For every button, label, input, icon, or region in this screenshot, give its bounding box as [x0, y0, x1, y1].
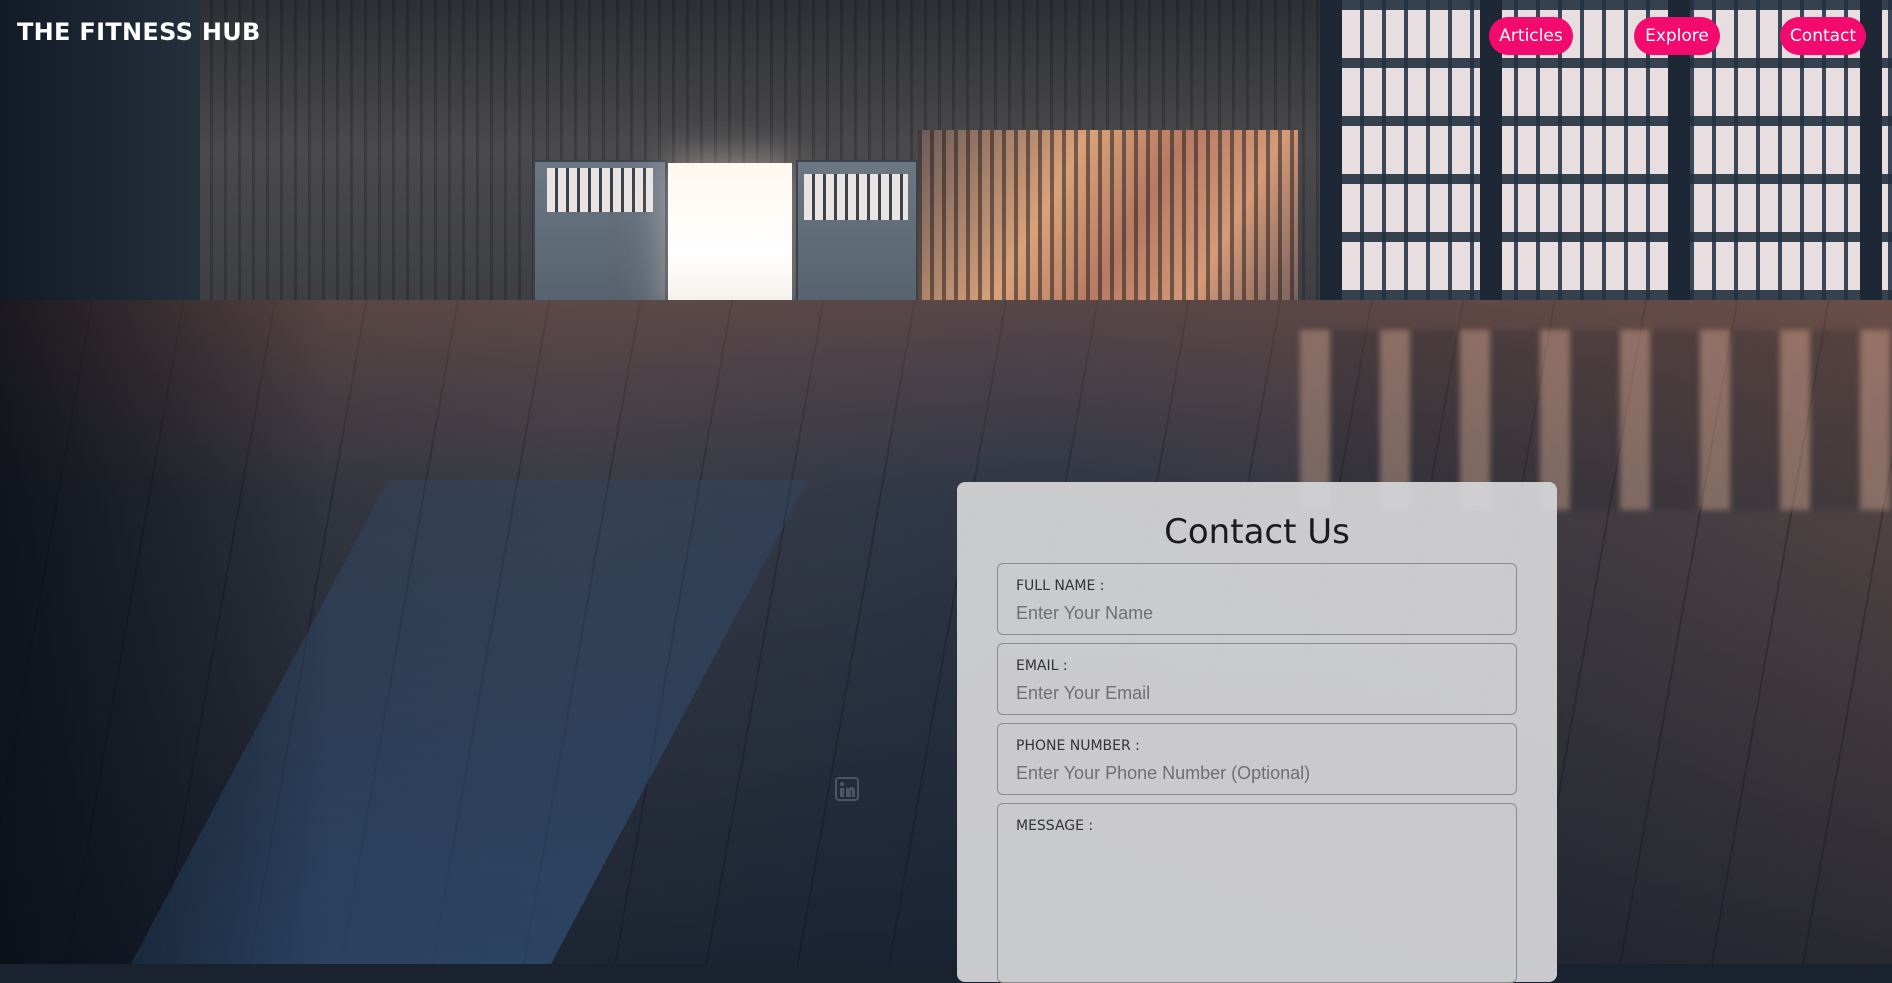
message-textarea[interactable]: [1016, 844, 1496, 974]
message-label: MESSAGE :: [1016, 818, 1094, 834]
nav-explore-button[interactable]: Explore: [1634, 17, 1720, 55]
gym-door-panel: [533, 160, 667, 322]
background-gym-image: [0, 0, 1892, 964]
linkedin-icon-bar: [840, 788, 844, 797]
phone-input[interactable]: [1016, 760, 1496, 786]
linkedin-icon-dot: [840, 782, 844, 786]
message-field[interactable]: MESSAGE :: [997, 803, 1517, 983]
phone-label: PHONE NUMBER :: [1016, 738, 1140, 754]
email-label: EMAIL :: [1016, 658, 1068, 674]
email-input[interactable]: [1016, 680, 1496, 706]
contact-form-card: Contact Us FULL NAME : EMAIL : PHONE NUM…: [957, 482, 1557, 983]
full-name-label: FULL NAME :: [1016, 578, 1105, 594]
gym-door-window: [547, 168, 653, 212]
top-nav: Articles Explore Contact: [0, 17, 1892, 55]
gym-door-window: [804, 174, 908, 220]
floor-shadow: [0, 300, 330, 964]
linkedin-icon[interactable]: [835, 777, 859, 801]
sunlit-wall: [918, 130, 1298, 325]
nav-contact-button[interactable]: Contact: [1780, 17, 1866, 55]
email-field[interactable]: EMAIL :: [997, 643, 1517, 715]
contact-form-title: Contact Us: [1164, 512, 1350, 552]
linkedin-icon-arc: [848, 787, 855, 797]
full-name-input[interactable]: [1016, 600, 1496, 626]
full-name-field[interactable]: FULL NAME :: [997, 563, 1517, 635]
phone-field[interactable]: PHONE NUMBER :: [997, 723, 1517, 795]
gym-door-panel: [796, 160, 918, 322]
gym-open-door: [668, 163, 792, 315]
nav-articles-button[interactable]: Articles: [1489, 17, 1573, 55]
